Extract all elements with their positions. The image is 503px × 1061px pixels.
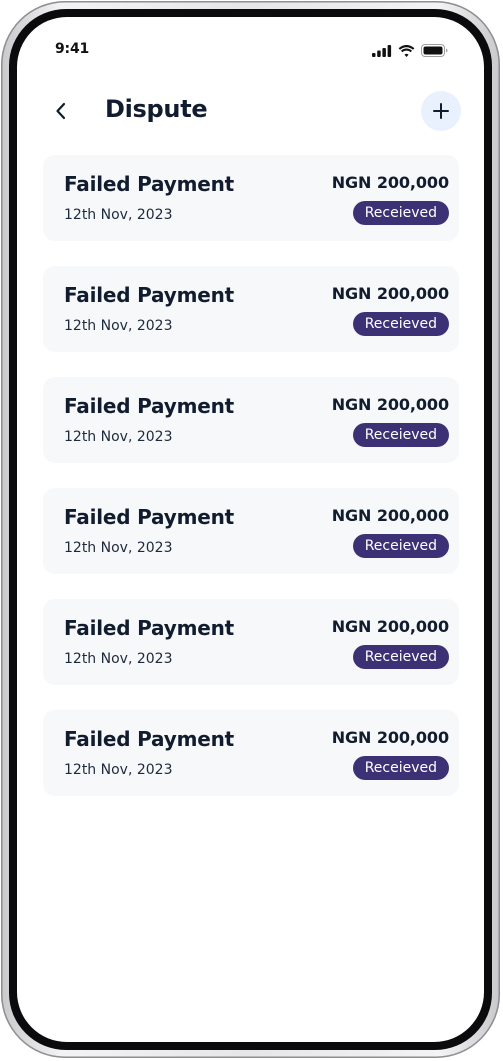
status-badge: Receieved <box>352 534 449 558</box>
phone-frame: 9:41 Dispute Failed Payment 12th Nov, 20… <box>1 1 500 1058</box>
status-time: 9:41 <box>55 41 90 57</box>
page-header: Dispute <box>17 89 484 133</box>
dispute-date: 12th Nov, 2023 <box>64 429 173 445</box>
status-badge: Receieved <box>352 201 449 225</box>
dispute-card[interactable]: Failed Payment 12th Nov, 2023 NGN 200,00… <box>43 488 459 574</box>
dispute-title: Failed Payment <box>64 727 234 751</box>
dispute-card[interactable]: Failed Payment 12th Nov, 2023 NGN 200,00… <box>43 155 459 241</box>
dispute-title: Failed Payment <box>64 505 234 529</box>
dispute-title: Failed Payment <box>64 394 234 418</box>
phone-bezel: 9:41 Dispute Failed Payment 12th Nov, 20… <box>9 9 492 1050</box>
status-badge: Receieved <box>352 423 449 447</box>
dispute-date: 12th Nov, 2023 <box>64 318 173 334</box>
dispute-date: 12th Nov, 2023 <box>64 207 173 223</box>
wifi-icon <box>398 44 415 57</box>
dispute-amount: NGN 200,000 <box>331 395 449 414</box>
cellular-signal-icon <box>372 44 392 57</box>
battery-icon <box>421 44 448 57</box>
dispute-title: Failed Payment <box>64 283 234 307</box>
dispute-date: 12th Nov, 2023 <box>64 651 173 667</box>
page-title: Dispute <box>105 95 208 123</box>
back-button[interactable] <box>45 95 77 127</box>
dispute-date: 12th Nov, 2023 <box>64 540 173 556</box>
dispute-amount: NGN 200,000 <box>331 284 449 303</box>
dispute-list: Failed Payment 12th Nov, 2023 NGN 200,00… <box>43 155 459 821</box>
dispute-amount: NGN 200,000 <box>331 728 449 747</box>
dispute-date: 12th Nov, 2023 <box>64 762 173 778</box>
dispute-card[interactable]: Failed Payment 12th Nov, 2023 NGN 200,00… <box>43 599 459 685</box>
dispute-title: Failed Payment <box>64 172 234 196</box>
plus-icon <box>433 103 449 119</box>
status-badge: Receieved <box>352 312 449 336</box>
dispute-card[interactable]: Failed Payment 12th Nov, 2023 NGN 200,00… <box>43 377 459 463</box>
chevron-left-icon <box>56 102 66 120</box>
dispute-amount: NGN 200,000 <box>331 617 449 636</box>
dispute-card[interactable]: Failed Payment 12th Nov, 2023 NGN 200,00… <box>43 710 459 796</box>
status-bar: 9:41 <box>17 17 484 69</box>
dispute-card[interactable]: Failed Payment 12th Nov, 2023 NGN 200,00… <box>43 266 459 352</box>
status-badge: Receieved <box>352 756 449 780</box>
dispute-amount: NGN 200,000 <box>331 173 449 192</box>
app-screen: 9:41 Dispute Failed Payment 12th Nov, 20… <box>17 17 484 1042</box>
add-dispute-button[interactable] <box>421 91 461 131</box>
dispute-title: Failed Payment <box>64 616 234 640</box>
status-icons <box>372 44 448 57</box>
dispute-amount: NGN 200,000 <box>331 506 449 525</box>
status-badge: Receieved <box>352 645 449 669</box>
